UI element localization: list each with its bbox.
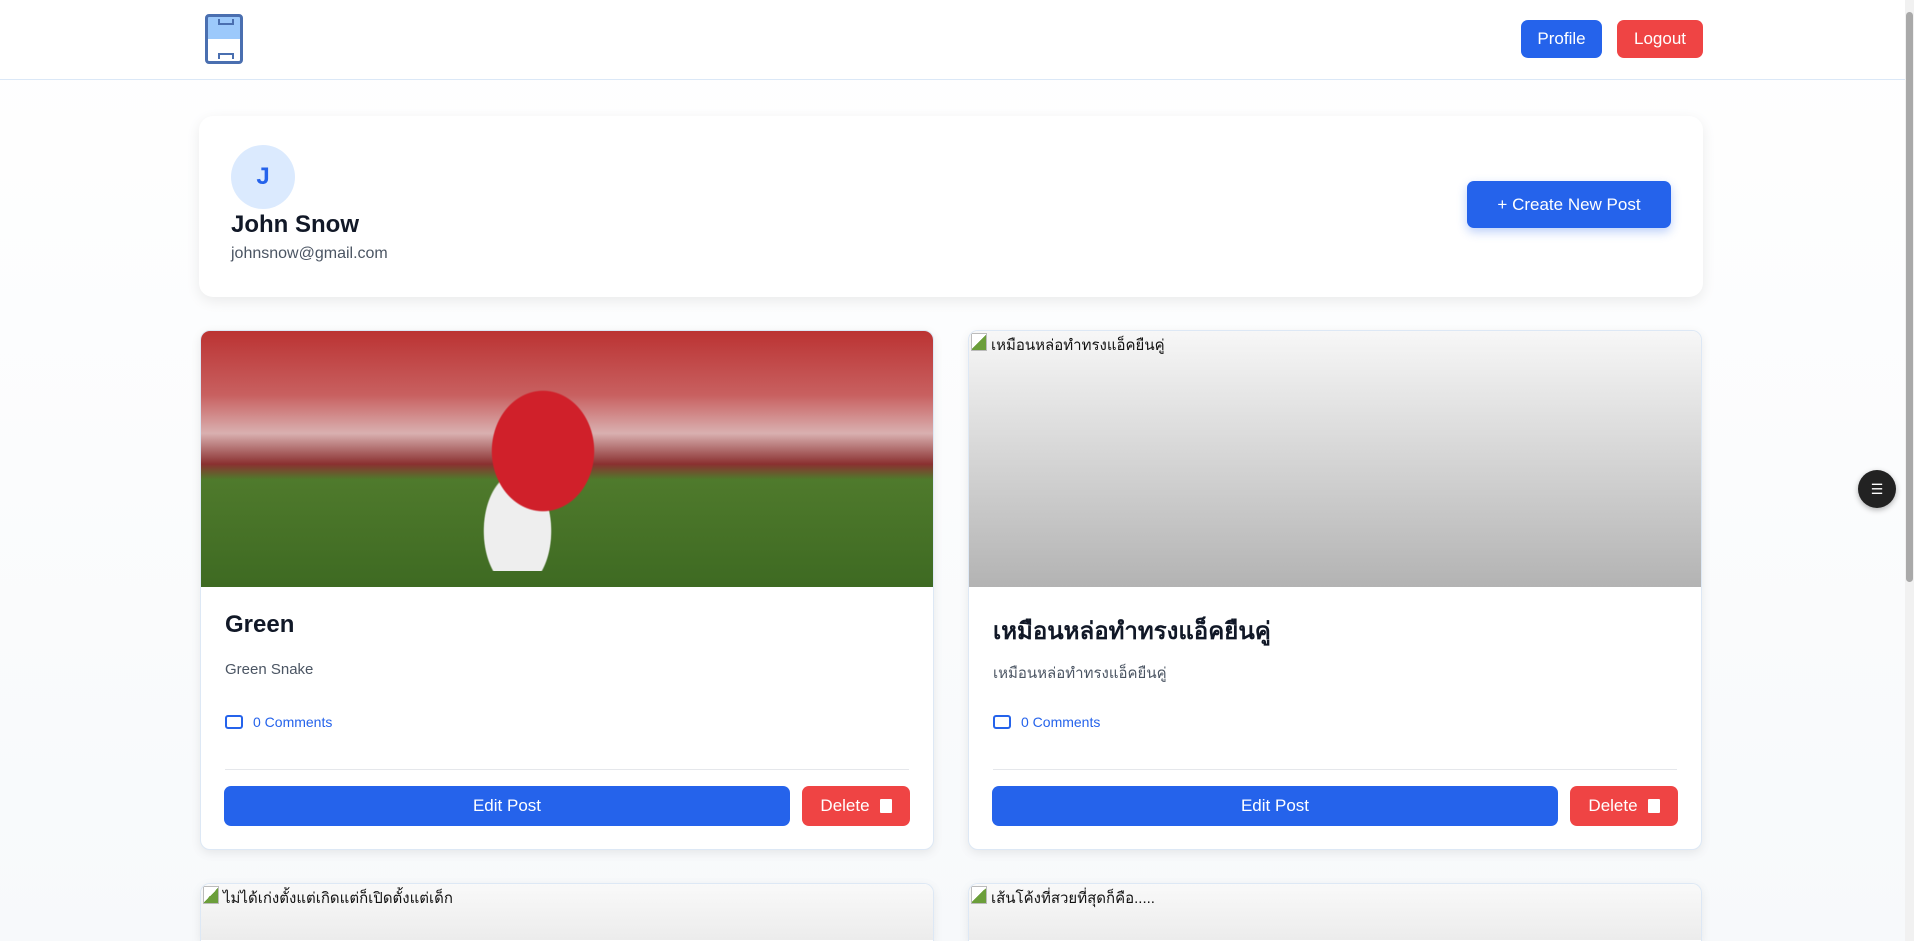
- post-card: ไม่ได้เก่งตั้งแต่เกิดแต่ก็เปิดตั้งแต่เด็…: [200, 883, 934, 941]
- user-email: johnsnow@gmail.com: [231, 245, 388, 262]
- avatar: J: [231, 145, 295, 209]
- profile-button[interactable]: Profile: [1521, 20, 1602, 58]
- logo-icon[interactable]: [205, 14, 243, 64]
- edit-post-button[interactable]: Edit Post: [224, 786, 790, 826]
- user-name: John Snow: [231, 211, 359, 238]
- post-card: เส้นโค้งที่สวยที่สุดก็คือ.....: [968, 883, 1702, 941]
- comment-icon: [993, 715, 1011, 729]
- player-photo: [441, 371, 611, 571]
- post-title: Green: [225, 611, 295, 638]
- post-card: Green Green Snake 0 Comments Edit Post D…: [200, 330, 934, 850]
- trash-icon: [879, 799, 892, 813]
- scrollbar-thumb[interactable]: [1906, 12, 1913, 582]
- post-title: เหมือนหล่อทำทรงแอ็คยืนคู่: [993, 618, 1271, 645]
- delete-label: Delete: [1588, 796, 1638, 815]
- profile-card: J John Snow johnsnow@gmail.com + Create …: [199, 116, 1703, 297]
- scrollbar[interactable]: [1905, 0, 1914, 941]
- post-image-broken: เส้นโค้งที่สวยที่สุดก็คือ.....: [969, 884, 1701, 940]
- comments-count: 0 Comments: [1021, 714, 1101, 730]
- post-description: Green Snake: [225, 661, 314, 678]
- divider: [225, 769, 909, 770]
- trash-icon: [1647, 799, 1660, 813]
- post-image-broken: เหมือนหล่อทำทรงแอ็คยืนคู่: [969, 331, 1701, 587]
- delete-label: Delete: [820, 796, 870, 815]
- comments-link[interactable]: 0 Comments: [993, 714, 1100, 730]
- divider: [993, 769, 1677, 770]
- delete-button[interactable]: Delete: [802, 786, 910, 826]
- post-image: [201, 331, 933, 587]
- comments-count: 0 Comments: [253, 714, 333, 730]
- post-description: เหมือนหล่อทำทรงแอ็คยืนคู่: [993, 665, 1167, 682]
- post-image-broken: ไม่ได้เก่งตั้งแต่เกิดแต่ก็เปิดตั้งแต่เด็…: [201, 884, 933, 940]
- comment-icon: [225, 715, 243, 729]
- create-post-button[interactable]: + Create New Post: [1467, 181, 1671, 228]
- delete-button[interactable]: Delete: [1570, 786, 1678, 826]
- edit-post-button[interactable]: Edit Post: [992, 786, 1558, 826]
- logout-button[interactable]: Logout: [1617, 20, 1703, 58]
- post-card: เหมือนหล่อทำทรงแอ็คยืนคู่ เหมือนหล่อทำทร…: [968, 330, 1702, 850]
- settings-fab-icon[interactable]: ☰: [1858, 470, 1896, 508]
- comments-link[interactable]: 0 Comments: [225, 714, 332, 730]
- navbar: Profile Logout: [0, 0, 1914, 80]
